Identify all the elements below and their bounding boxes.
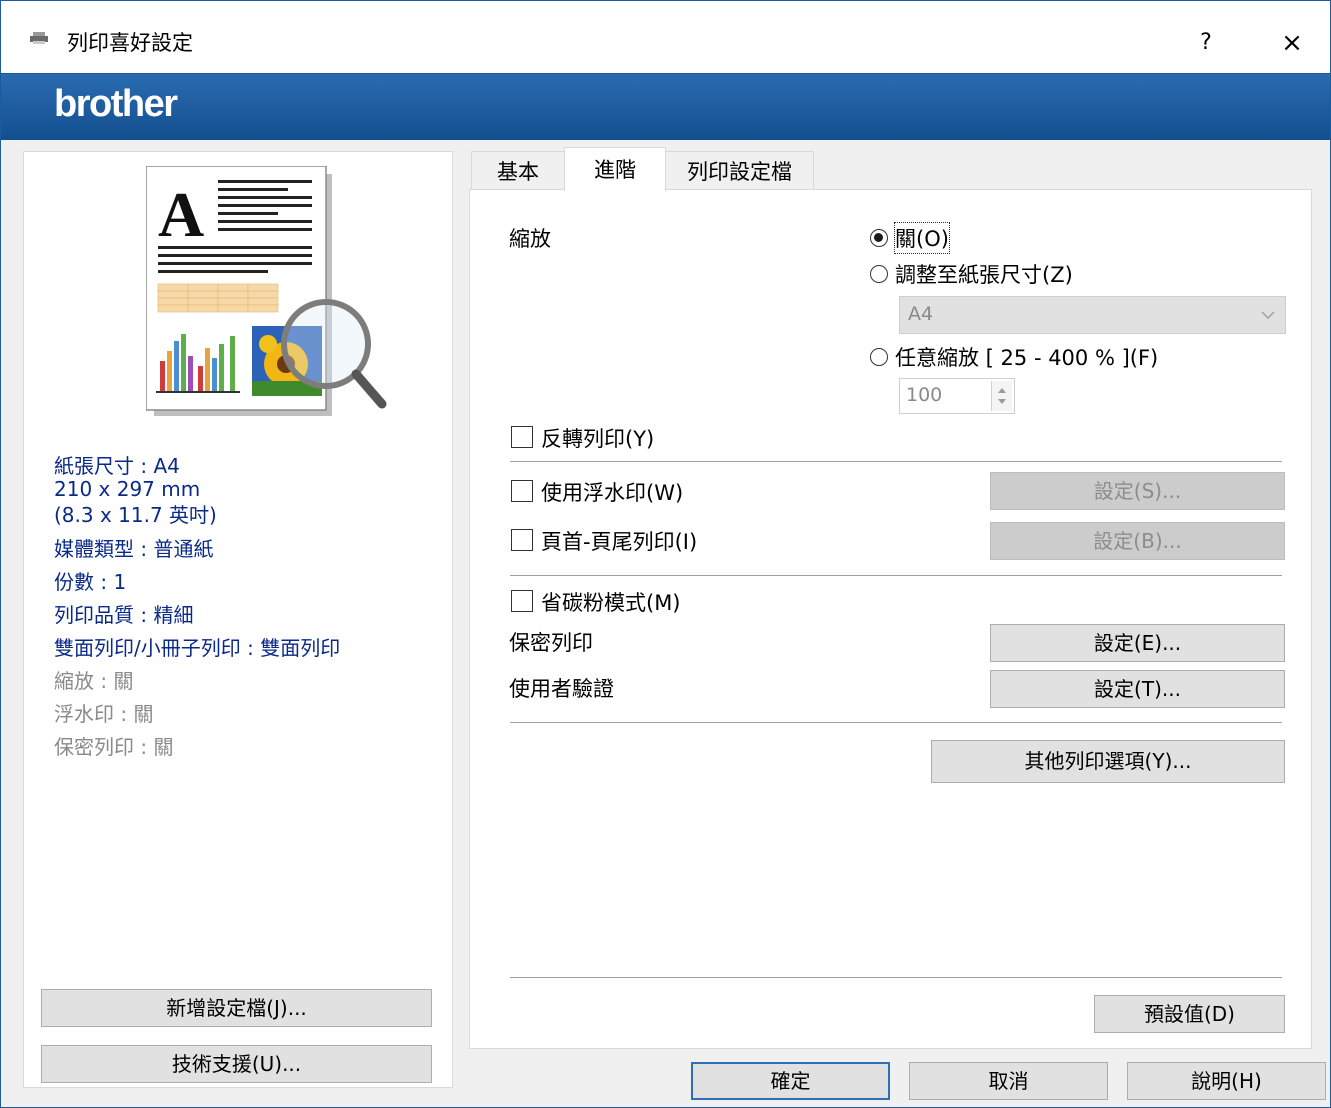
- summary-secure-print: 保密列印 : 關: [54, 735, 174, 759]
- user-auth-settings-button[interactable]: 設定(T)...: [990, 670, 1285, 708]
- summary-media-type: 媒體類型 : 普通紙: [54, 537, 214, 561]
- divider: [510, 977, 1282, 978]
- summary-paper-inch: (8.3 x 11.7 英吋): [54, 503, 217, 527]
- divider: [510, 722, 1282, 723]
- brand-bar: brother: [1, 73, 1330, 140]
- header-footer-checkbox[interactable]: [511, 529, 533, 551]
- add-profile-button[interactable]: 新增設定檔(J)...: [41, 989, 432, 1027]
- toner-save-checkbox[interactable]: [511, 590, 533, 612]
- watermark-settings-button[interactable]: 設定(S)...: [990, 472, 1285, 510]
- summary-watermark: 浮水印 : 關: [54, 702, 154, 726]
- chevron-down-icon: [1261, 311, 1275, 320]
- header-footer-settings-button[interactable]: 設定(B)...: [990, 522, 1285, 560]
- help-button[interactable]: 說明(H): [1127, 1062, 1326, 1100]
- svg-text:A: A: [158, 179, 204, 250]
- settings-summary: 紙張尺寸 : A4 210 x 297 mm (8.3 x 11.7 英吋) 媒…: [54, 455, 340, 764]
- title-bar: 列印喜好設定 ? ×: [1, 1, 1330, 73]
- free-scaling-label[interactable]: 任意縮放 [ 25 - 400 % ](F): [895, 342, 1158, 372]
- cancel-button[interactable]: 取消: [909, 1062, 1108, 1100]
- printer-icon: [30, 32, 48, 44]
- up-down-arrows-icon: [998, 388, 1006, 404]
- tab-advanced[interactable]: 進階: [564, 147, 666, 191]
- fit-to-paper-label[interactable]: 調整至紙張尺寸(Z): [895, 259, 1073, 289]
- free-scaling-stepper[interactable]: 100: [899, 378, 1015, 414]
- secure-print-settings-button[interactable]: 設定(E)...: [990, 624, 1285, 662]
- support-button[interactable]: 技術支援(U)...: [41, 1045, 432, 1083]
- summary-scaling: 縮放 : 關: [54, 669, 134, 693]
- tab-basic[interactable]: 基本: [471, 151, 565, 189]
- summary-quality: 列印品質 : 精細: [54, 603, 194, 627]
- free-scaling-radio[interactable]: [870, 348, 888, 366]
- paper-size-select-value: A4: [908, 303, 934, 325]
- paper-size-select[interactable]: A4: [899, 296, 1286, 334]
- summary-duplex: 雙面列印/小冊子列印 : 雙面列印: [54, 636, 341, 660]
- other-print-options-button[interactable]: 其他列印選項(Y)...: [931, 740, 1285, 783]
- summary-paper-size: 紙張尺寸 : A4: [54, 454, 180, 478]
- mirror-print-checkbox[interactable]: [511, 426, 533, 448]
- tab-print-profiles[interactable]: 列印設定檔: [665, 151, 814, 189]
- default-button[interactable]: 預設值(D): [1094, 995, 1285, 1033]
- mirror-print-label[interactable]: 反轉列印(Y): [541, 423, 654, 453]
- printing-preferences-window: 列印喜好設定 ? × brother A 紙張尺寸: A4 210 x 297…: [0, 0, 1331, 1108]
- summary-copies: 份數 : 1: [54, 570, 127, 594]
- stepper-arrows[interactable]: [991, 381, 1012, 411]
- summary-paper-mm: 210 x 297 mm: [54, 477, 201, 501]
- secure-print-label: 保密列印: [509, 631, 593, 655]
- toner-save-label[interactable]: 省碳粉模式(M): [541, 587, 681, 617]
- preview-panel: A 紙張尺寸: A4 210 x 297 mm (8.3 x 11.7 英吋)…: [23, 151, 453, 1088]
- scaling-off-radio[interactable]: [870, 229, 888, 247]
- divider: [510, 461, 1282, 462]
- close-button[interactable]: ×: [1263, 17, 1321, 69]
- user-auth-label: 使用者驗證: [509, 677, 614, 701]
- document-preview-image: A: [146, 166, 387, 416]
- watermark-label[interactable]: 使用浮水印(W): [541, 477, 683, 507]
- scaling-off-label[interactable]: 關(O): [894, 222, 950, 254]
- header-footer-label[interactable]: 頁首-頁尾列印(I): [541, 526, 697, 556]
- help-title-button[interactable]: ?: [1177, 17, 1235, 69]
- brother-logo: brother: [54, 83, 178, 125]
- free-scaling-value: 100: [906, 384, 943, 406]
- window-title: 列印喜好設定: [67, 31, 193, 55]
- scaling-label: 縮放: [509, 227, 551, 251]
- ok-button[interactable]: 確定: [691, 1062, 890, 1100]
- watermark-checkbox[interactable]: [511, 480, 533, 502]
- divider: [510, 575, 1282, 576]
- fit-to-paper-radio[interactable]: [870, 265, 888, 283]
